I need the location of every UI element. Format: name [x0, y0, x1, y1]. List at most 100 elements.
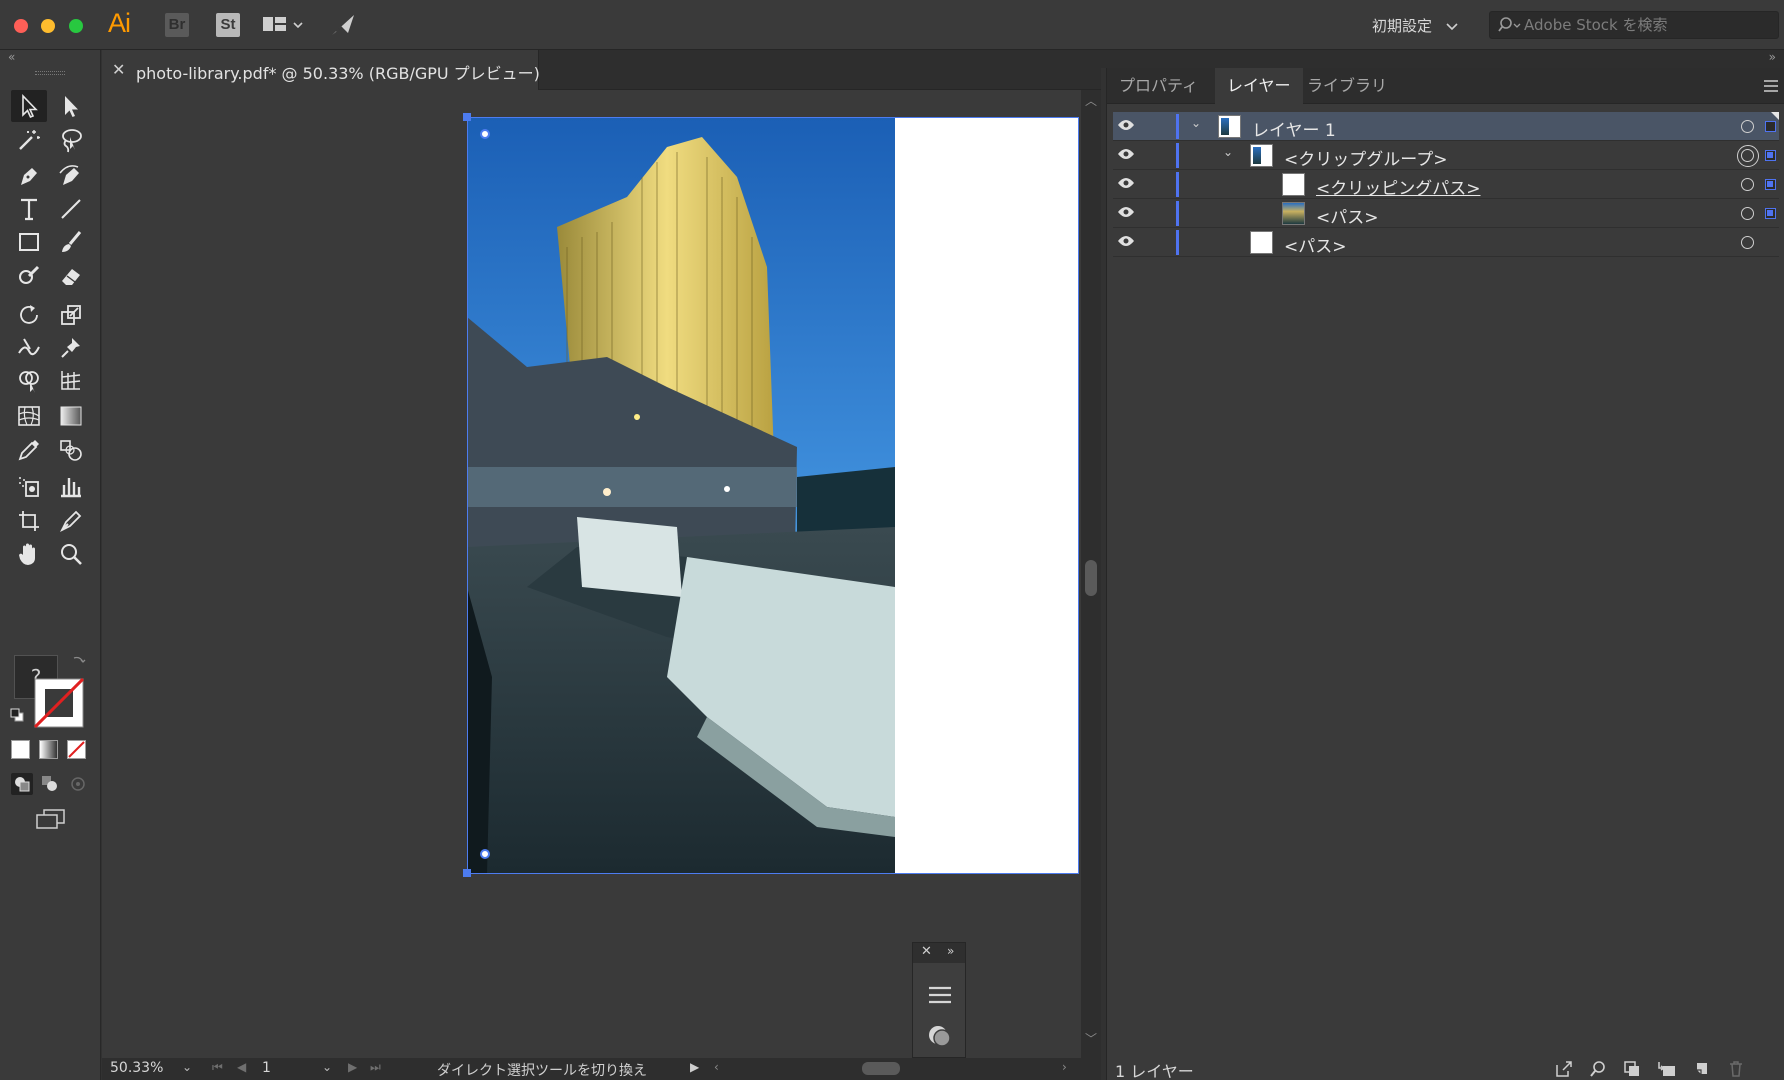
line-segment-tool[interactable] — [53, 193, 89, 225]
eye-icon[interactable] — [1117, 118, 1135, 132]
layer-name[interactable]: <パス> — [1284, 232, 1347, 257]
layer-name[interactable]: <クリッピングパス> — [1316, 174, 1481, 199]
eye-icon[interactable] — [1117, 205, 1135, 219]
layer-name[interactable]: レイヤー 1 — [1252, 116, 1336, 141]
layer-row[interactable]: <パス> — [1113, 228, 1779, 257]
draw-inside-button[interactable] — [67, 773, 89, 795]
scroll-up-icon[interactable]: ︿ — [1085, 92, 1097, 109]
export-icon[interactable] — [1555, 1060, 1573, 1078]
draw-normal-button[interactable] — [11, 773, 33, 795]
layer-row[interactable]: ⌄ レイヤー 1 — [1113, 112, 1779, 141]
screen-mode-button[interactable] — [35, 808, 67, 834]
tab-properties[interactable]: プロパティ — [1107, 68, 1210, 104]
close-icon[interactable]: ✕ — [112, 60, 125, 79]
selection-indicator-icon[interactable] — [1765, 150, 1776, 161]
fill-stroke-swatch[interactable] — [33, 677, 85, 729]
swap-fill-stroke-icon[interactable] — [72, 654, 86, 672]
shaper-tool[interactable] — [11, 260, 47, 292]
horizontal-scroll-thumb[interactable] — [862, 1062, 900, 1075]
scroll-right-icon[interactable]: › — [1062, 1060, 1067, 1074]
close-icon[interactable]: ✕ — [921, 944, 932, 959]
selection-indicator-icon[interactable] — [1765, 179, 1776, 190]
window-zoom-button[interactable] — [69, 19, 83, 33]
share-icon[interactable] — [330, 13, 356, 41]
canvas-area[interactable]: ✕ » — [102, 90, 1081, 1058]
workspace-switcher[interactable]: 初期設定 — [1372, 15, 1459, 36]
rotate-tool[interactable] — [11, 299, 47, 331]
target-circle-icon[interactable] — [1741, 207, 1754, 220]
target-circle-icon[interactable] — [1741, 178, 1754, 191]
artboard-number-field[interactable]: 1 — [262, 1060, 308, 1078]
target-circle-icon[interactable] — [1741, 236, 1754, 249]
rectangle-tool[interactable] — [11, 226, 47, 258]
chevron-down-icon[interactable]: ⌄ — [322, 1060, 332, 1074]
status-menu-icon[interactable]: ▶ — [690, 1060, 699, 1074]
column-graph-tool[interactable] — [53, 470, 89, 502]
scroll-left-icon[interactable]: ‹ — [714, 1060, 719, 1074]
appearance-icon[interactable] — [926, 1023, 954, 1053]
mesh-tool[interactable] — [11, 400, 47, 432]
eraser-tool[interactable] — [53, 260, 89, 292]
lasso-tool[interactable] — [53, 124, 89, 156]
gradient-mode-button[interactable] — [39, 740, 58, 759]
vertical-scroll-thumb[interactable] — [1085, 560, 1097, 596]
placed-photo[interactable] — [467, 117, 895, 874]
eyedropper-tool[interactable] — [11, 434, 47, 466]
layer-name[interactable]: <クリップグループ> — [1284, 145, 1447, 170]
stock-button[interactable]: St — [216, 13, 240, 37]
artboard[interactable] — [467, 117, 1079, 874]
floating-panel-header[interactable]: ✕ » — [913, 943, 965, 963]
new-sublayer-icon[interactable] — [1657, 1060, 1677, 1078]
layer-row[interactable]: ⌄ <クリップグループ> — [1113, 141, 1779, 170]
chevron-down-icon[interactable]: ⌄ — [1191, 116, 1201, 130]
selection-indicator-icon[interactable] — [1765, 121, 1776, 132]
blend-tool[interactable] — [53, 434, 89, 466]
next-artboard-icon[interactable]: ▶ — [348, 1060, 357, 1074]
chevron-down-icon[interactable]: ⌄ — [1223, 145, 1233, 159]
expand-dock-icon[interactable]: » — [1769, 50, 1776, 64]
layer-name[interactable]: <パス> — [1316, 203, 1379, 228]
menu-icon[interactable] — [927, 985, 953, 1009]
paintbrush-tool[interactable] — [53, 226, 89, 258]
gradient-tool[interactable] — [53, 400, 89, 432]
target-double-circle-icon[interactable] — [1737, 145, 1759, 167]
expand-icon[interactable]: » — [947, 944, 954, 958]
vertical-scrollbar[interactable]: ︿ ﹀ — [1081, 90, 1101, 1058]
previous-artboard-icon[interactable]: ◀ — [237, 1060, 246, 1074]
puppet-warp-tool[interactable] — [53, 332, 89, 364]
stock-search[interactable] — [1489, 11, 1779, 39]
artboard-tool[interactable] — [11, 505, 47, 537]
window-close-button[interactable] — [14, 19, 28, 33]
locate-object-icon[interactable] — [1589, 1060, 1607, 1078]
tab-libraries[interactable]: ライブラリ — [1295, 68, 1399, 104]
zoom-tool[interactable] — [53, 538, 89, 570]
layer-row[interactable]: <パス> — [1113, 199, 1779, 228]
perspective-grid-tool[interactable] — [53, 364, 89, 396]
hand-tool[interactable] — [11, 538, 47, 570]
eye-icon[interactable] — [1117, 234, 1135, 248]
curvature-tool[interactable] — [53, 160, 89, 192]
new-layer-icon[interactable] — [1693, 1060, 1711, 1078]
eye-icon[interactable] — [1117, 176, 1135, 190]
draw-behind-button[interactable] — [39, 773, 61, 795]
selection-tool[interactable] — [11, 90, 47, 122]
width-tool[interactable] — [11, 332, 47, 364]
clipping-mask-icon[interactable] — [1623, 1060, 1641, 1078]
target-circle-icon[interactable] — [1741, 120, 1754, 133]
panel-menu-icon[interactable] — [1763, 79, 1779, 97]
symbol-sprayer-tool[interactable] — [11, 470, 47, 502]
last-artboard-icon[interactable]: ⏭ — [370, 1060, 381, 1075]
collapse-toolbar-icon[interactable]: « — [8, 50, 15, 64]
first-artboard-icon[interactable]: ⏮ — [212, 1060, 223, 1075]
search-input[interactable] — [1524, 15, 1774, 35]
arrange-documents-icon[interactable] — [262, 15, 306, 39]
pen-tool[interactable] — [11, 160, 47, 192]
status-text[interactable]: ダイレクト選択ツールを切り換え — [437, 1060, 647, 1080]
scale-tool[interactable] — [53, 299, 89, 331]
direct-selection-tool[interactable] — [53, 90, 89, 122]
magic-wand-tool[interactable] — [11, 124, 47, 156]
chevron-down-icon[interactable]: ⌄ — [182, 1060, 192, 1074]
slice-tool[interactable] — [53, 505, 89, 537]
color-mode-button[interactable] — [11, 740, 30, 759]
default-colors-icon[interactable] — [10, 708, 24, 726]
